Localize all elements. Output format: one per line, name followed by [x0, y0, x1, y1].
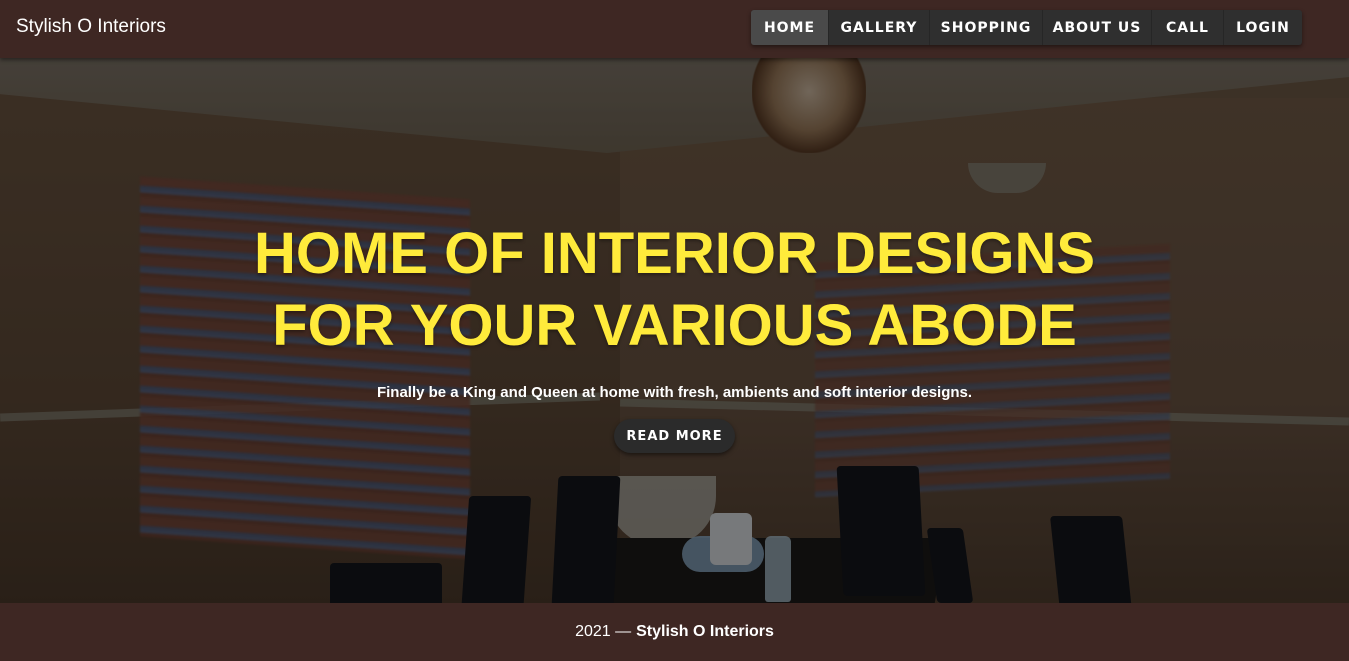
nav-gallery[interactable]: GALLERY	[829, 10, 930, 45]
hero-title-line2: FOR YOUR VARIOUS ABODE	[272, 293, 1077, 358]
footer-brand: Stylish O Interiors	[636, 623, 774, 640]
hero-title-line1: HOME OF INTERIOR DESIGNS	[253, 221, 1096, 286]
footer-year: 2021 —	[575, 623, 632, 640]
hero-subtitle: Finally be a King and Queen at home with…	[376, 384, 973, 401]
nav-about-us[interactable]: ABOUT US	[1043, 10, 1152, 45]
footer: 2021 — Stylish O Interiors	[0, 603, 1349, 661]
nav-home[interactable]: HOME	[751, 10, 829, 45]
hero-section: HOME OF INTERIOR DESIGNS FOR YOUR VARIOU…	[0, 58, 1349, 603]
nav-shopping[interactable]: SHOPPING	[930, 10, 1043, 45]
top-navbar: Stylish O Interiors HOME GALLERY SHOPPIN…	[0, 0, 1349, 58]
nav-call[interactable]: CALL	[1152, 10, 1224, 45]
nav-login[interactable]: LOGIN	[1224, 10, 1302, 45]
main-nav: HOME GALLERY SHOPPING ABOUT US CALL LOGI…	[751, 10, 1302, 45]
hero-title: HOME OF INTERIOR DESIGNS FOR YOUR VARIOU…	[0, 218, 1349, 362]
brand-logo[interactable]: Stylish O Interiors	[16, 16, 166, 38]
read-more-button[interactable]: READ MORE	[614, 419, 735, 453]
